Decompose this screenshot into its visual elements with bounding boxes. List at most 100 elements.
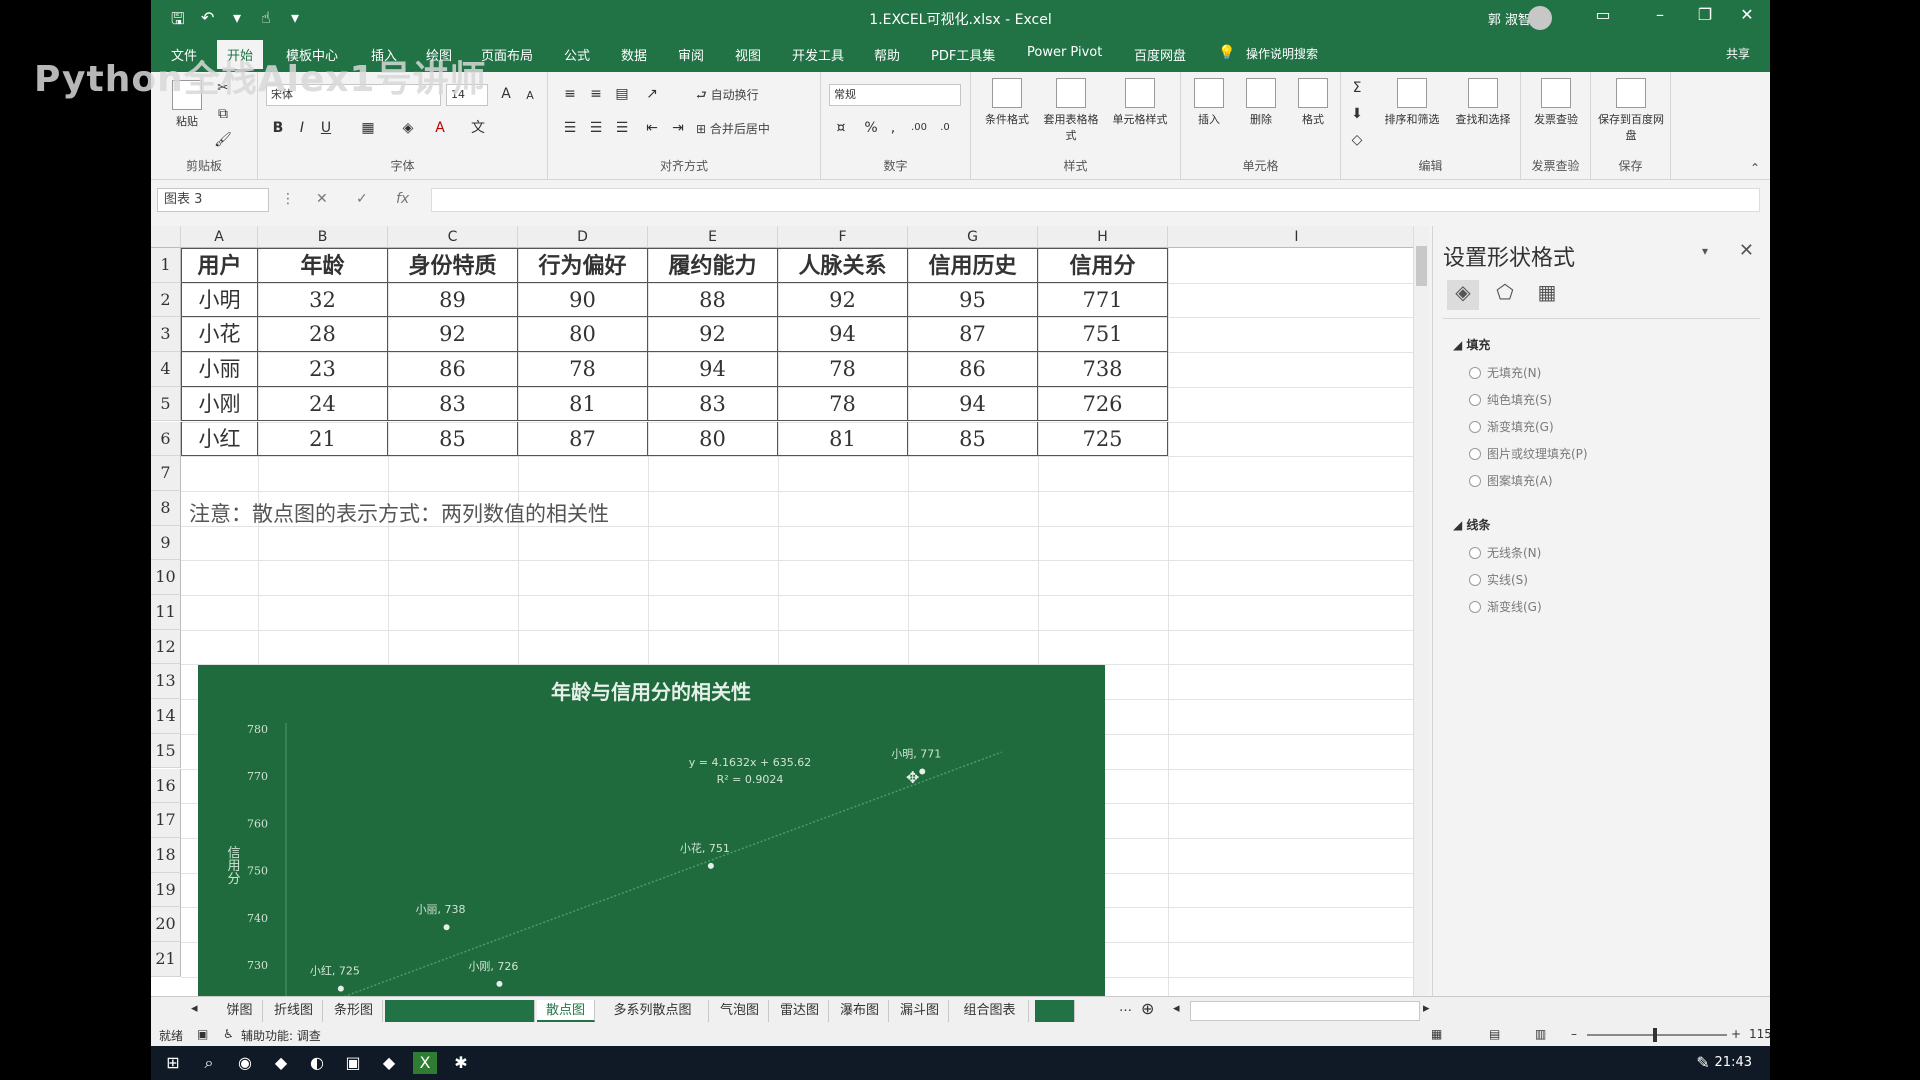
pen-icon[interactable]: ✎ [1691,1052,1715,1074]
insert-cells-button[interactable]: 插入 [1185,78,1233,127]
zoom-in-icon[interactable]: + [1731,1027,1741,1041]
row-header[interactable]: 15 [151,733,181,769]
radio-button[interactable] [1469,547,1481,559]
orientation-icon[interactable]: ↗ [642,84,662,104]
wechat-icon[interactable]: ◐ [305,1052,329,1074]
row-header[interactable]: 4 [151,352,181,387]
app-icon[interactable]: ▣ [341,1052,365,1074]
sheet-tab[interactable]: 雷达图 [771,1000,829,1022]
autosum-icon[interactable]: Σ [1347,78,1367,98]
copy-icon[interactable]: ⧉ [213,104,233,124]
collapse-ribbon-icon[interactable]: ⌃ [1750,161,1760,175]
search-icon[interactable]: ⌕ [197,1052,221,1074]
table-cell[interactable]: 23 [258,352,388,387]
close-icon[interactable]: ✕ [1732,5,1762,24]
row-header[interactable]: 7 [151,456,181,491]
align-right-icon[interactable]: ☰ [612,118,632,138]
top-align-icon[interactable]: ≡ [560,84,580,104]
column-header[interactable]: I [1168,226,1426,248]
table-cell[interactable]: 78 [778,352,908,387]
enter-icon[interactable]: ✓ [356,191,368,207]
table-cell[interactable]: 738 [1038,352,1168,387]
tab-data[interactable]: 数据 [621,45,647,64]
radio-button[interactable] [1469,448,1481,460]
horizontal-scrollbar[interactable] [1190,1001,1420,1021]
sheet-tab[interactable]: 条形图 [325,1000,383,1022]
scroll-right-icon[interactable]: ▸ [1423,1001,1430,1016]
bold-button[interactable]: B [268,118,288,138]
sort-filter-button[interactable]: 排序和筛选 [1377,78,1447,127]
cancel-icon[interactable]: ✕ [316,191,328,207]
underline-button[interactable]: U [316,118,336,138]
row-header[interactable]: 1 [151,248,181,283]
avatar[interactable] [1528,6,1552,30]
zoom-level[interactable]: 115% [1749,1027,1770,1041]
align-center-icon[interactable]: ☰ [586,118,606,138]
radio-button[interactable] [1469,601,1481,613]
table-cell[interactable]: 751 [1038,317,1168,353]
table-cell[interactable]: 85 [908,421,1038,457]
worksheet-grid[interactable]: ABCDEFGHIJ 12345678910111213141516171819… [151,226,1429,996]
row-header[interactable]: 12 [151,629,181,665]
table-cell[interactable]: 92 [388,317,518,353]
excel-taskbar-icon[interactable]: X [413,1052,437,1074]
row-header[interactable]: 14 [151,699,181,734]
table-cell[interactable]: 726 [1038,386,1168,422]
decrease-decimal-icon[interactable]: .0 [935,118,955,138]
bottom-align-icon[interactable]: ▤ [612,84,632,104]
align-left-icon[interactable]: ☰ [560,118,580,138]
pane-options-icon[interactable]: ▾ [1702,244,1708,258]
zoom-slider-thumb[interactable] [1653,1028,1657,1042]
size-properties-icon[interactable]: ▦ [1531,280,1563,310]
sheet-tab[interactable]: 饼图 [217,1000,263,1022]
windows-start-icon[interactable]: ⊞ [161,1052,185,1074]
row-header[interactable]: 8 [151,490,181,526]
radio-option[interactable]: 渐变线(G) [1469,598,1542,615]
sheet-nav-prev-icon[interactable]: ◂ [191,1001,198,1016]
row-header[interactable]: 20 [151,907,181,942]
page-layout-view-icon[interactable]: ▤ [1489,1027,1500,1041]
column-header[interactable]: A [181,226,258,248]
table-cell[interactable]: 94 [778,317,908,353]
zoom-out-icon[interactable]: – [1571,1027,1577,1041]
sheet-tab[interactable]: 多系列散点图 [597,1000,709,1022]
table-cell[interactable]: 88 [648,282,778,318]
sheet-tab[interactable]: 瀑布图 [831,1000,889,1022]
table-cell[interactable]: 80 [518,317,648,353]
normal-view-icon[interactable]: ▦ [1431,1027,1442,1041]
table-cell[interactable]: 28 [258,317,388,353]
increase-decimal-icon[interactable]: .00 [909,118,929,138]
effects-icon[interactable]: ⬠ [1489,280,1521,310]
phonetic-icon[interactable]: 文 [468,118,488,138]
tab-baidu-netdisk[interactable]: 百度网盘 [1134,45,1186,64]
table-header-cell[interactable]: 履约能力 [648,248,778,283]
radio-button[interactable] [1469,574,1481,586]
row-header[interactable]: 6 [151,421,181,457]
middle-align-icon[interactable]: ≡ [586,84,606,104]
percent-button[interactable]: % [861,118,881,138]
macro-record-icon[interactable]: ▣ [197,1027,208,1041]
table-cell[interactable]: 89 [388,282,518,318]
format-as-table-button[interactable]: 套用表格格式 [1041,78,1101,143]
radio-button[interactable] [1469,475,1481,487]
row-header[interactable]: 10 [151,560,181,595]
table-cell[interactable]: 83 [388,386,518,422]
number-format-select[interactable]: 常规 [829,84,961,106]
column-header[interactable]: D [518,226,648,248]
tab-review[interactable]: 审阅 [678,45,704,64]
radio-option[interactable]: 渐变填充(G) [1469,418,1554,435]
sheet-tab[interactable]: 漏斗图 [891,1000,949,1022]
table-cell[interactable]: 32 [258,282,388,318]
formula-input[interactable] [431,188,1760,212]
table-cell[interactable]: 81 [518,386,648,422]
tell-me-search[interactable]: 操作说明搜索 [1246,45,1318,62]
row-header[interactable]: 2 [151,282,181,318]
row-header[interactable]: 21 [151,942,181,977]
table-cell[interactable]: 小红 [181,421,258,457]
user-name[interactable]: 郭 淑智 [1488,9,1531,28]
more-sheets-icon[interactable]: … [1119,1000,1132,1015]
share-button[interactable]: 共享 [1726,45,1750,62]
decrease-indent-icon[interactable]: ⇤ [642,118,662,138]
row-header[interactable]: 18 [151,837,181,873]
line-section[interactable]: ◢ 线条 [1453,516,1490,533]
